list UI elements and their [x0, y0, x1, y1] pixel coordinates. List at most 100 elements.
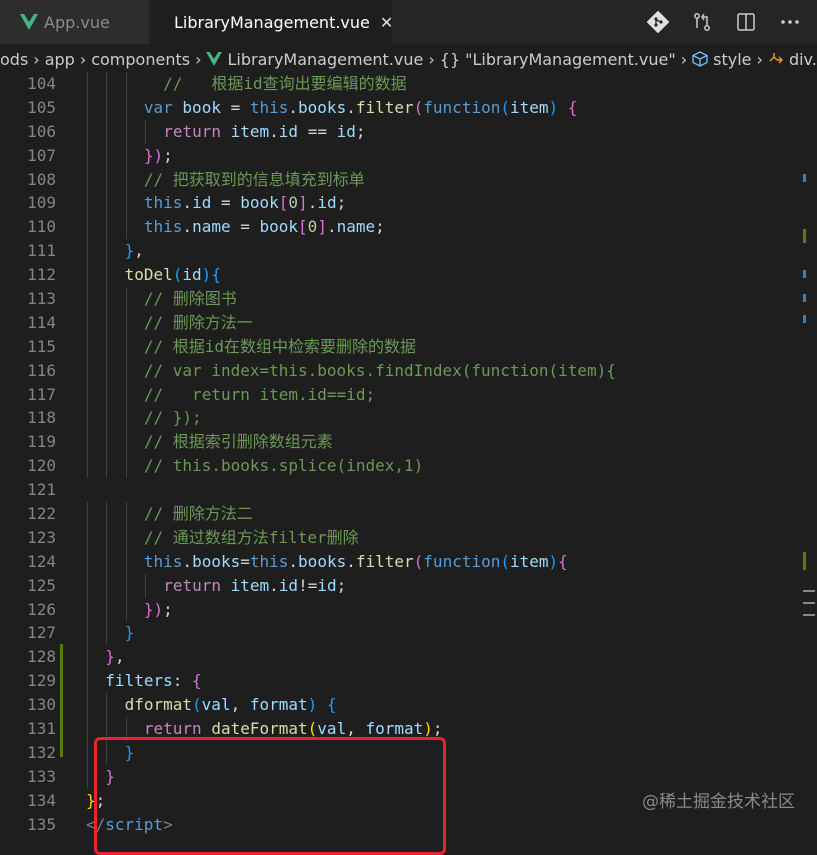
- code-token: ): [548, 97, 559, 117]
- code-line[interactable]: return item.id!=id;: [86, 573, 797, 598]
- code-token: (: [172, 265, 183, 285]
- code-token: }: [124, 241, 135, 261]
- tab-app-vue[interactable]: App.vue: [0, 0, 148, 44]
- line-number: 104: [27, 74, 56, 93]
- code-token: ,: [134, 241, 144, 261]
- code-line[interactable]: [86, 478, 797, 502]
- code-token: // 根据索引删除数组元素: [143, 432, 333, 452]
- indent-guide: [87, 549, 88, 574]
- code-token: book: [259, 217, 299, 237]
- code-line[interactable]: });: [86, 597, 797, 622]
- line-number: 112: [27, 265, 56, 285]
- code-token: id: [336, 121, 356, 141]
- code-line[interactable]: // 删除图书: [86, 287, 797, 311]
- indent-guide: [106, 143, 108, 168]
- breadcrumb-item[interactable]: app: [45, 50, 75, 69]
- code-token: item: [509, 97, 549, 117]
- indent-guide: [87, 621, 88, 646]
- breadcrumb-element-label: div.bool: [788, 49, 817, 69]
- code-token: .: [288, 551, 299, 571]
- code-token: (: [413, 97, 424, 117]
- code-line[interactable]: // this.books.splice(index,1): [86, 454, 797, 479]
- code-token: // var index=this.books.findIndex(functi…: [143, 360, 616, 380]
- code-token: =: [220, 97, 250, 117]
- code-line[interactable]: // 根据索引删除数组元素: [86, 430, 797, 455]
- tab-library-management[interactable]: LibraryManagement.vue ✕: [150, 0, 393, 44]
- indent-guide: [125, 334, 127, 359]
- compare-changes-icon[interactable]: [691, 11, 713, 33]
- code-token: .: [269, 121, 279, 141]
- code-line[interactable]: }: [86, 621, 797, 646]
- breadcrumb-style[interactable]: style: [692, 50, 752, 69]
- more-actions-icon[interactable]: [779, 11, 801, 33]
- code-line[interactable]: },: [86, 239, 797, 264]
- code-token: this: [143, 193, 183, 213]
- git-icon[interactable]: [647, 11, 669, 33]
- code-token: books: [298, 97, 347, 117]
- breadcrumb-item[interactable]: components: [91, 50, 190, 69]
- code-line[interactable]: // 删除方法二: [86, 502, 797, 526]
- code-line[interactable]: this.name = book[0].name;: [86, 215, 797, 240]
- code-token: // return item.id==id;: [143, 384, 376, 404]
- breadcrumb-object-label: "LibraryManagement.vue": [465, 49, 676, 69]
- indent-guide: [87, 215, 88, 240]
- indent-guide: [87, 119, 88, 144]
- code-token: .: [307, 193, 318, 213]
- code-line[interactable]: // var index=this.books.findIndex(functi…: [86, 358, 797, 383]
- code-content: },: [125, 239, 144, 263]
- close-icon[interactable]: ✕: [380, 13, 393, 32]
- line-number: 124: [27, 551, 56, 571]
- code-area[interactable]: // 根据id查询出要编辑的数据 var book = this.books.fi…: [86, 72, 797, 837]
- code-token: books: [298, 551, 347, 571]
- code-token: toDel: [124, 265, 173, 285]
- code-content: // 通过数组方法filter删除: [144, 526, 359, 550]
- code-line[interactable]: var book = this.books.filter(function(it…: [86, 95, 797, 120]
- code-line[interactable]: this.id = book[0].id;: [86, 191, 797, 216]
- code-line[interactable]: });: [86, 143, 797, 168]
- code-line[interactable]: return item.id == id;: [86, 119, 797, 144]
- code-line[interactable]: // 根据id查询出要编辑的数据: [86, 72, 797, 96]
- indent-guide: [87, 669, 88, 694]
- indent-guide: [125, 167, 127, 192]
- code-token: return: [163, 575, 231, 595]
- line-number: 110: [27, 217, 56, 237]
- code-token: ;: [336, 575, 347, 595]
- code-token: ]: [317, 217, 327, 237]
- indent-guide: [125, 95, 127, 120]
- code-line[interactable]: // });: [86, 406, 797, 431]
- code-line[interactable]: // 把获取到的信息填充到标单: [86, 167, 797, 192]
- code-editor[interactable]: 104 105 106 107 108 109 110 111 112 113 114 115 116 1…: [0, 72, 817, 855]
- code-line[interactable]: // 通过数组方法filter删除: [86, 525, 797, 550]
- code-token: book: [240, 193, 279, 213]
- indent-guide: [87, 239, 88, 264]
- code-token: function: [423, 551, 501, 571]
- code-token: ,: [346, 719, 366, 739]
- code-token: .: [346, 97, 356, 117]
- code-line[interactable]: },: [86, 645, 797, 670]
- code-token: .: [326, 217, 337, 237]
- code-line[interactable]: this.books=this.books.filter(function(it…: [86, 549, 797, 574]
- breadcrumb-object[interactable]: {} "LibraryManagement.vue": [440, 50, 676, 69]
- code-line[interactable]: // 删除方法一: [86, 310, 797, 335]
- breadcrumb-item[interactable]: ods: [0, 50, 28, 69]
- scrollbar-marker: [803, 229, 806, 243]
- indent-guide: [106, 382, 108, 407]
- code-token: =: [240, 551, 250, 571]
- line-number: 111: [27, 241, 56, 261]
- indent-guide: [144, 573, 146, 598]
- breadcrumb-element[interactable]: div.bool: [768, 50, 817, 69]
- indent-guide: [106, 358, 108, 383]
- code-token: // 把获取到的信息填充到标单: [143, 169, 365, 189]
- indent-guide: [87, 406, 88, 431]
- code-line[interactable]: toDel(id){: [86, 263, 797, 288]
- code-line[interactable]: dformat(val, format) {: [86, 693, 797, 718]
- split-editor-icon[interactable]: [735, 11, 757, 33]
- code-line[interactable]: filters: {: [86, 669, 797, 694]
- breadcrumb-file[interactable]: LibraryManagement.vue: [206, 50, 423, 69]
- code-line[interactable]: // 根据id在数组中检索要删除的数据: [86, 334, 797, 359]
- indent-guide: [87, 143, 88, 168]
- code-line[interactable]: // return item.id==id;: [86, 382, 797, 407]
- chevron-right-icon: ›: [79, 49, 87, 69]
- code-token: =: [211, 193, 241, 213]
- code-content: });: [144, 144, 173, 168]
